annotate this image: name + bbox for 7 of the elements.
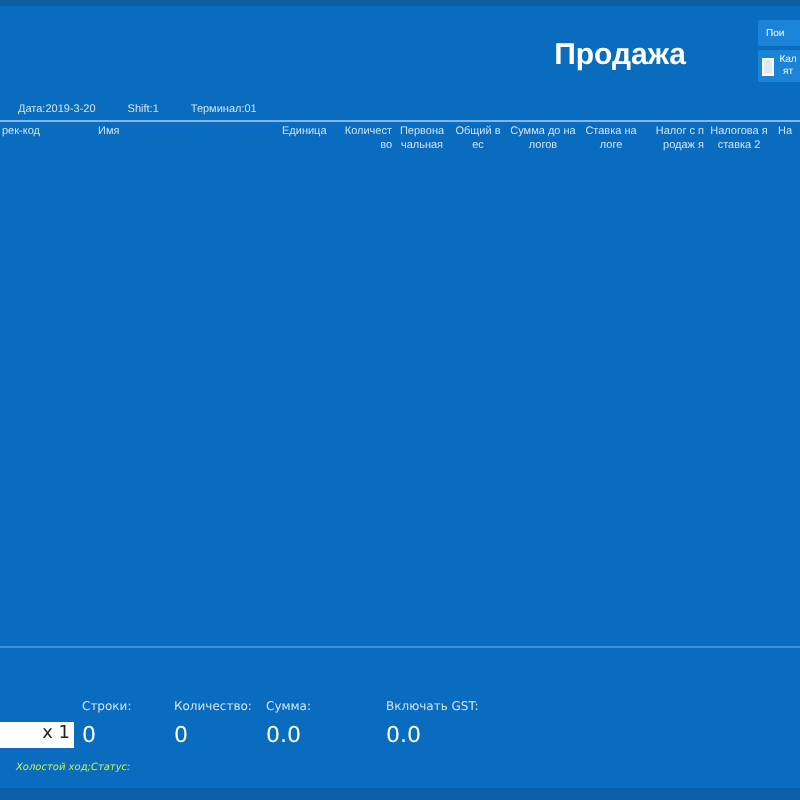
total-value: 0 [174,724,190,748]
total-value: 0.0 [386,724,423,748]
total-value: 0.0 [266,724,303,748]
total-value: 0 [82,724,98,748]
quantity-field[interactable]: x 1 [0,722,74,748]
page-title: Продажа [554,38,686,76]
document-icon [762,57,774,75]
